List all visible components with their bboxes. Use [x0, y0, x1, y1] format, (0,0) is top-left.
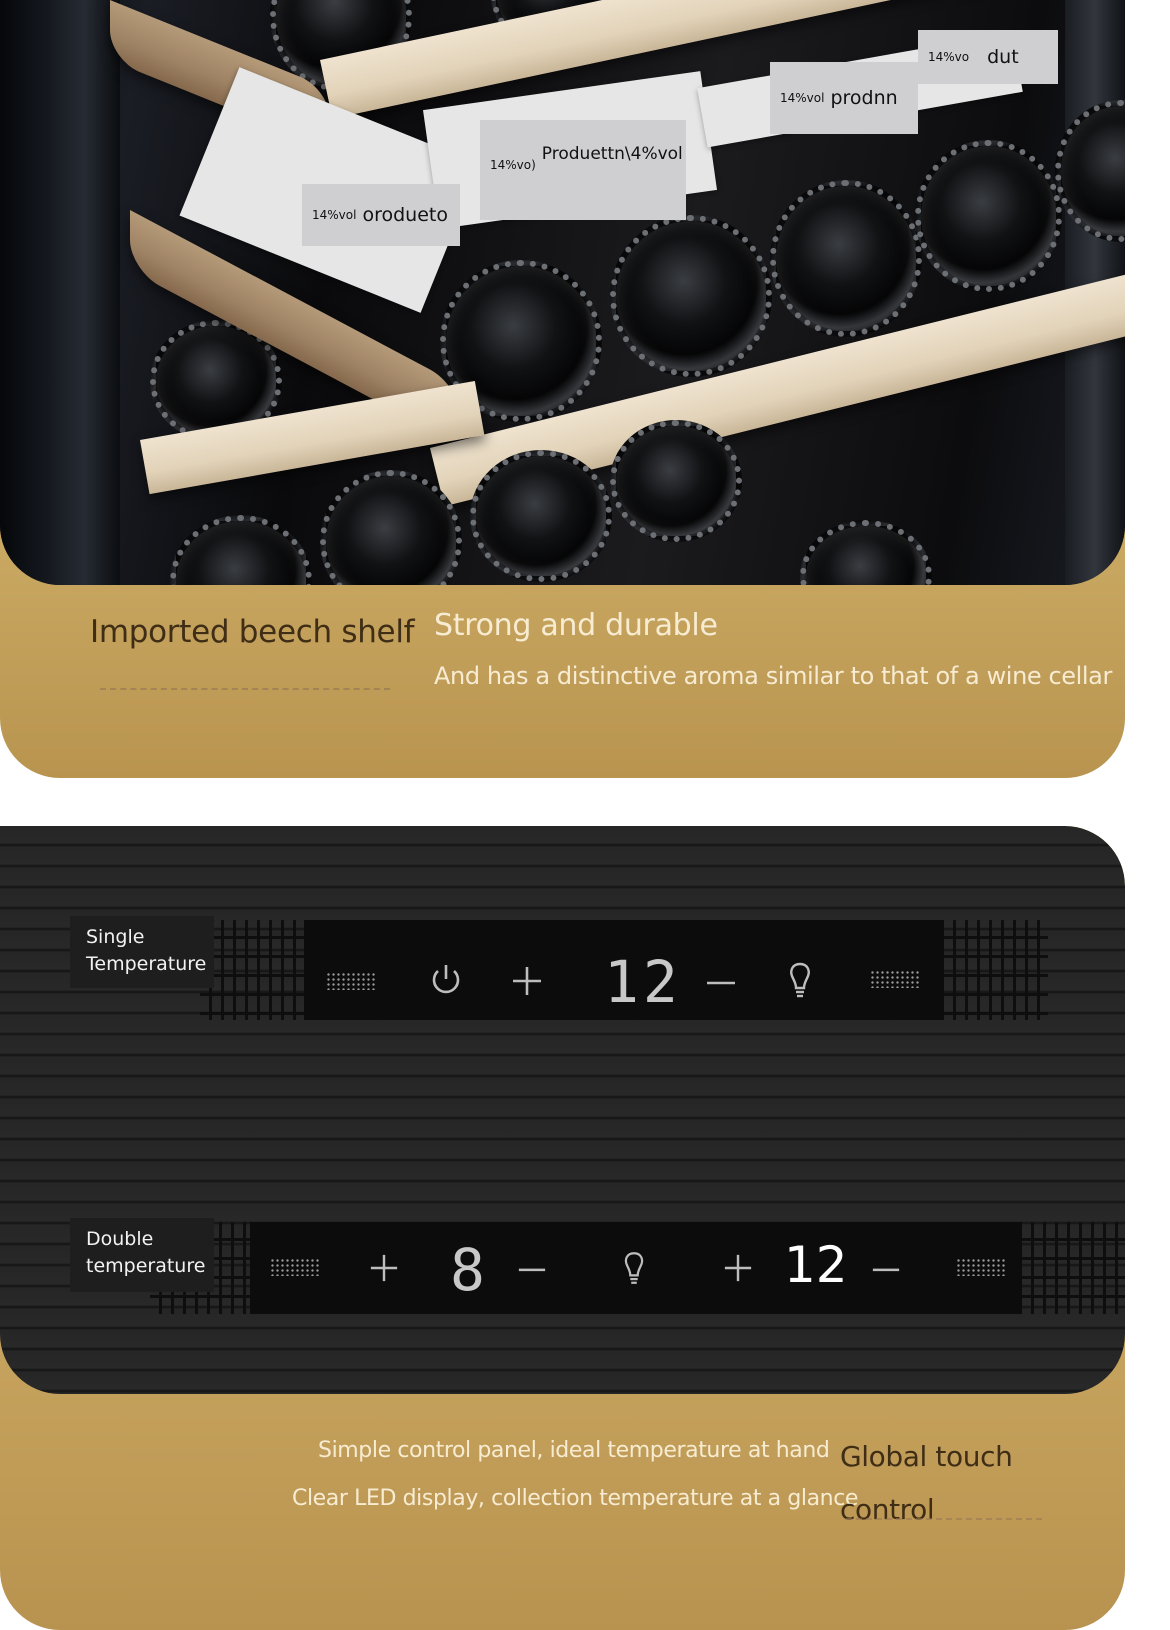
zone2-temperature-display: 12 — [784, 1236, 848, 1294]
wine-bottle — [915, 140, 1062, 292]
light-button[interactable] — [616, 1246, 652, 1290]
zone1-temperature-display: 8 — [450, 1236, 485, 1304]
product-tag: 14%vol prodnn — [770, 62, 918, 134]
power-button[interactable] — [426, 960, 466, 1000]
label-line: temperature — [86, 1255, 206, 1277]
temperature-display: 12 — [604, 948, 682, 1016]
control-panel-photo: Single Temperature 12 Double temperature — [0, 826, 1125, 1394]
tag-abv: 14%vo) — [490, 158, 536, 172]
label-line: Temperature — [86, 953, 207, 975]
grille-right — [1022, 1222, 1125, 1314]
speaker-dots-icon — [870, 970, 920, 988]
single-temperature-label: Single Temperature — [70, 916, 214, 988]
beech-shelf-card: 14%vo dut 14%vol prodnn 14%vo) Produettn… — [0, 0, 1125, 778]
minus-icon — [872, 1268, 900, 1272]
wine-bottle — [610, 420, 742, 542]
product-tag: 14%vo) Produettn\4%vol — [480, 120, 686, 220]
plus-icon — [513, 967, 541, 995]
temp-up-button[interactable] — [506, 960, 548, 1002]
light-button[interactable] — [780, 958, 820, 1002]
zone1-temp-up-button[interactable] — [364, 1248, 404, 1288]
zone1-temp-down-button[interactable] — [512, 1248, 552, 1288]
minus-icon — [518, 1268, 546, 1272]
wine-bottle — [610, 215, 772, 377]
tag-name: Produettn\4%vol — [541, 144, 683, 164]
caption-line-2: Clear LED display, collection temperatur… — [292, 1486, 859, 1511]
title-underline — [846, 1518, 1042, 1520]
wine-shelf-photo: 14%vo dut 14%vol prodnn 14%vo) Produettn… — [0, 0, 1125, 585]
speaker-dots-icon — [326, 972, 376, 990]
caption-line-1: Simple control panel, ideal temperature … — [318, 1438, 830, 1463]
wine-bottle — [170, 515, 312, 585]
title-underline — [100, 688, 390, 690]
tag-name: dut — [987, 46, 1019, 68]
wine-bottle — [800, 520, 932, 585]
product-tag: 14%vo dut — [918, 30, 1058, 84]
feature-headline: Strong and durable — [434, 608, 718, 643]
power-icon — [432, 965, 460, 994]
plus-icon — [370, 1254, 398, 1282]
tag-name: prodnn — [830, 87, 898, 109]
minus-icon — [707, 981, 735, 985]
wine-bottle — [470, 450, 612, 582]
light-bulb-icon — [790, 962, 810, 998]
double-temperature-label: Double temperature — [70, 1218, 214, 1292]
speaker-dots-icon — [956, 1258, 1006, 1276]
plus-icon — [724, 1254, 752, 1282]
label-line: Double — [86, 1228, 154, 1250]
tag-abv: 14%vo — [928, 50, 970, 64]
cabinet-frame-left — [0, 0, 120, 585]
feature-title: Imported beech shelf — [90, 614, 415, 650]
tag-abv: 14%vol — [780, 91, 825, 105]
light-bulb-icon — [624, 1252, 644, 1284]
feature-description: And has a distinctive aroma similar to t… — [434, 662, 1112, 690]
wine-bottle — [770, 180, 922, 337]
grille-right — [944, 920, 1048, 1020]
label-line: Single — [86, 926, 145, 948]
grille-left — [200, 920, 304, 1020]
product-tag: 14%vol orodueto — [302, 184, 460, 246]
feature-title: Global touch control — [840, 1440, 1013, 1526]
speaker-dots-icon — [270, 1258, 320, 1276]
tag-name: orodueto — [362, 204, 448, 226]
tag-abv: 14%vol — [312, 208, 357, 222]
zone2-temp-up-button[interactable] — [718, 1248, 758, 1288]
temp-down-button[interactable] — [700, 960, 742, 1002]
zone2-temp-down-button[interactable] — [866, 1248, 906, 1288]
